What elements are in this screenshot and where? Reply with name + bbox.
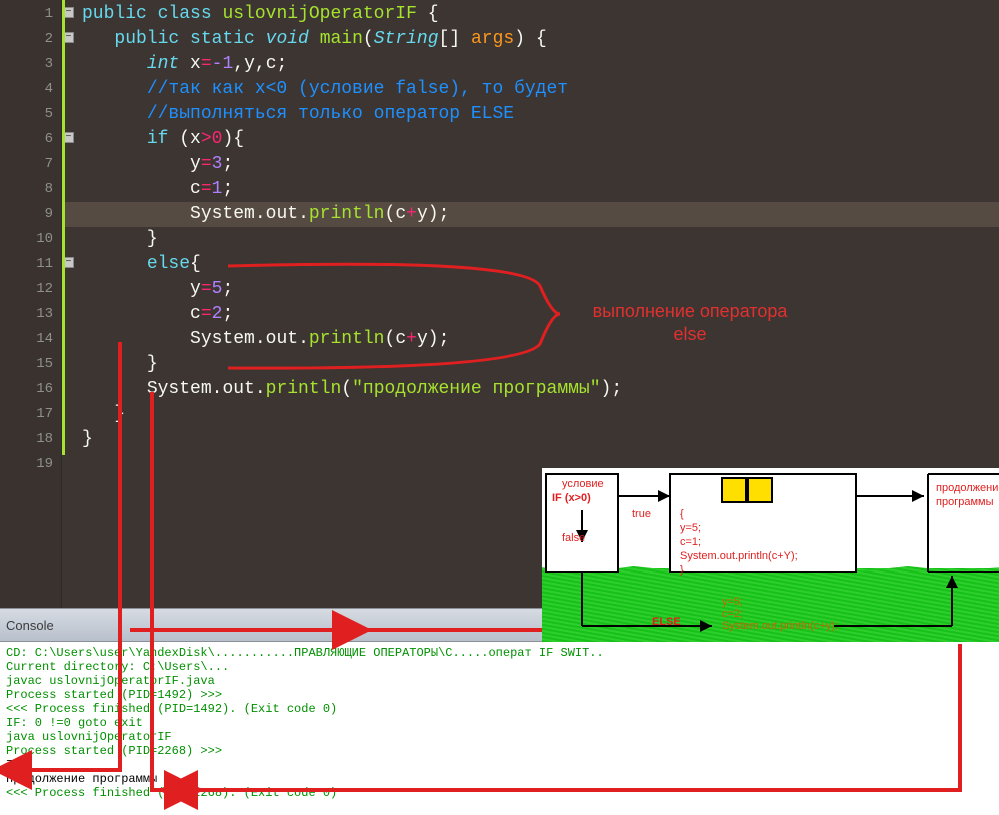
line-number: 5 [0,102,61,127]
line-number: 13 [0,302,61,327]
code-line: //выполняться только оператор ELSE [82,102,999,127]
console-line: javac uslovnijOperatorIF.java [6,674,993,688]
line-number: 17 [0,402,61,427]
line-number: 15 [0,352,61,377]
code-line-current: System.out.println(c+y); [62,202,999,227]
annotation-else-label: выполнение оператора else [580,300,800,347]
line-number: 12 [0,277,61,302]
line-number: 1 [0,2,61,27]
change-marker [62,0,65,455]
code-line: } [82,402,999,427]
line-number: 11 [0,252,61,277]
flowchart-diagram: условие IF (x>0) true false ELSE { y=5; … [542,468,999,642]
console-line: продолжение программы [6,772,993,786]
line-number: 2 [0,27,61,52]
line-number: 4 [0,77,61,102]
line-number: 3 [0,52,61,77]
code-line: public class uslovnijOperatorIF { [82,2,999,27]
console-line: <<< Process finished (PID=2268). (Exit c… [6,786,993,800]
code-line: c=2; [82,302,999,327]
console-line: CD: C:\Users\user\YandexDisk\...........… [6,646,993,660]
code-line: int x=-1,y,c; [82,52,999,77]
code-line: System.out.println("продолжение программ… [82,377,999,402]
line-number: 18 [0,427,61,452]
code-line: System.out.println(c+y); [82,327,999,352]
console-output[interactable]: CD: C:\Users\user\YandexDisk\...........… [0,642,999,815]
console-line: Current directory: C:\Users\... [6,660,993,674]
line-number: 14 [0,327,61,352]
line-number: 16 [0,377,61,402]
line-number: 6 [0,127,61,152]
line-number: 19 [0,452,61,477]
code-line: } [82,427,999,452]
console-line: IF: 0 !=0 goto exit [6,716,993,730]
code-line: else{ [82,252,999,277]
code-line: y=5; [82,277,999,302]
line-number: 7 [0,152,61,177]
line-number: 10 [0,227,61,252]
console-line: java uslovnijOperatorIF [6,730,993,744]
code-line: if (x>0){ [82,127,999,152]
console-label: Console [6,618,54,633]
console-line: Process started (PID=2268) >>> [6,744,993,758]
console-line: <<< Process finished (PID=1492). (Exit c… [6,702,993,716]
line-number-gutter: 1 2 3 4 5 6 7 8 9 10 11 12 13 14 15 16 1… [0,0,62,608]
line-number: 9 [0,202,61,227]
code-line: } [82,352,999,377]
code-line: c=1; [82,177,999,202]
console-line: 7 [6,758,993,772]
console-line: Process started (PID=1492) >>> [6,688,993,702]
code-line: public static void main(String[] args) { [82,27,999,52]
code-line: } [82,227,999,252]
code-line: y=3; [82,152,999,177]
code-line: //так как x<0 (условие false), то будет [82,77,999,102]
line-number: 8 [0,177,61,202]
